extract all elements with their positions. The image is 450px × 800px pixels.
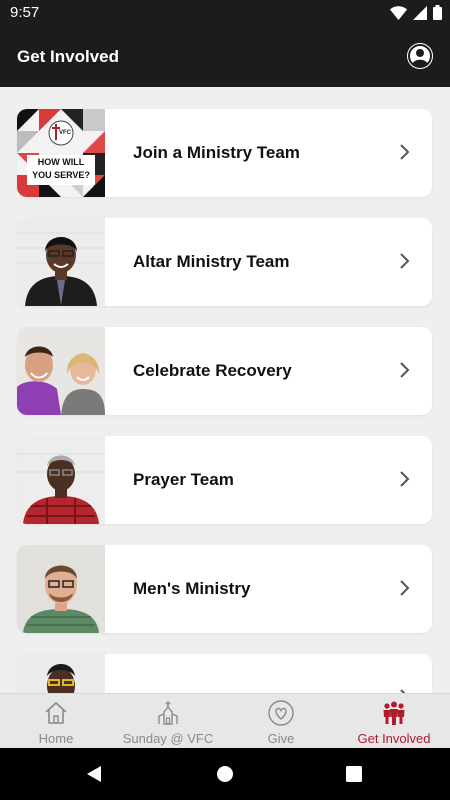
ministry-card-label: Join a Ministry Team [133, 143, 300, 162]
ministry-card-label: Men's Ministry [133, 579, 251, 598]
ministry-card[interactable]: Altar Ministry Team [17, 218, 432, 306]
ministry-card-label: Celebrate Recovery [133, 361, 292, 380]
app-bar: Get Involved [0, 26, 450, 87]
ministry-card[interactable]: Men's Ministry [17, 545, 432, 633]
heart-icon [268, 700, 294, 726]
home-icon [45, 701, 67, 724]
nav-get-involved[interactable]: Get Involved [338, 694, 450, 749]
chevron-right-icon [400, 144, 410, 160]
recents-icon[interactable] [346, 766, 362, 782]
back-icon[interactable] [86, 766, 102, 782]
ministry-card[interactable] [17, 654, 432, 693]
ministry-thumbnail [17, 327, 105, 415]
signal-icon [413, 5, 427, 20]
home-circle-icon[interactable] [217, 766, 233, 782]
ministry-thumbnail [17, 218, 105, 306]
ministry-card-label: Prayer Team [133, 470, 234, 489]
status-time: 9:57 [10, 4, 40, 21]
nav-label: Give [267, 731, 295, 746]
thumb-text-line1: HOW WILL [37, 157, 85, 167]
ministry-thumbnail [17, 545, 105, 633]
thumb-logo-text: VFC [59, 130, 71, 136]
ministry-card[interactable]: Prayer Team [17, 436, 432, 524]
status-bar: 9:57 [0, 0, 450, 26]
ministry-card[interactable]: Celebrate Recovery [17, 327, 432, 415]
nav-sunday[interactable]: Sunday @ VFC [112, 694, 224, 749]
nav-home[interactable]: Home [0, 694, 112, 749]
people-icon [383, 701, 405, 725]
nav-label: Home [38, 731, 74, 746]
ministry-thumbnail: VFC HOW WILL YOU SERVE? [17, 109, 105, 197]
chevron-right-icon [400, 580, 410, 596]
chevron-right-icon [400, 471, 410, 487]
nav-label: Sunday @ VFC [122, 731, 214, 746]
status-icons [390, 5, 442, 20]
system-nav-bar [0, 748, 450, 800]
account-circle-icon [407, 43, 433, 69]
ministry-thumbnail [17, 436, 105, 524]
chevron-right-icon [400, 362, 410, 378]
ministry-list: VFC HOW WILL YOU SERVE? Join a Ministry … [0, 87, 450, 693]
ministry-card[interactable]: VFC HOW WILL YOU SERVE? Join a Ministry … [17, 109, 432, 197]
ministry-card-label: Altar Ministry Team [133, 252, 290, 271]
battery-icon [433, 5, 442, 20]
church-icon [158, 701, 178, 725]
thumb-text-line2: YOU SERVE? [32, 170, 90, 180]
nav-give[interactable]: Give [225, 694, 337, 749]
wifi-icon [390, 5, 407, 20]
profile-button[interactable] [407, 43, 433, 69]
nav-label: Get Involved [357, 731, 431, 746]
ministry-thumbnail [17, 654, 105, 693]
bottom-nav: Home Sunday @ VFC Give Get Involved [0, 693, 450, 749]
chevron-right-icon [400, 253, 410, 269]
page-title: Get Involved [17, 47, 120, 66]
